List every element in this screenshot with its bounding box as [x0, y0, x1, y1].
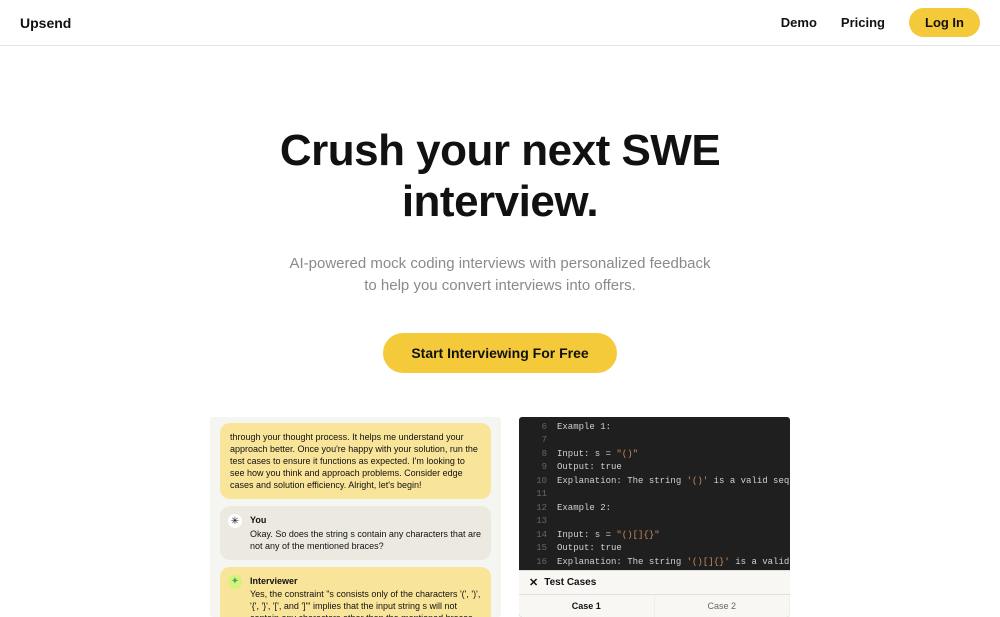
- header: Upsend Demo Pricing Log In: [0, 0, 1000, 46]
- chat-message: through your thought process. It helps m…: [220, 423, 491, 500]
- login-button[interactable]: Log In: [909, 8, 980, 37]
- cta-button[interactable]: Start Interviewing For Free: [383, 333, 616, 373]
- code-panel: 6Example 1:78Input: s = "()"9Output: tru…: [519, 417, 790, 617]
- code-line: 9Output: true: [519, 461, 790, 475]
- logo[interactable]: Upsend: [20, 15, 71, 31]
- code-line: 13: [519, 515, 790, 529]
- test-cases-header: ✕ Test Cases: [519, 571, 790, 595]
- chat-text: Okay. So does the string s contain any c…: [250, 529, 481, 551]
- code-line: 10Explanation: The string '()' is a vali…: [519, 475, 790, 489]
- hero-sub-line1: AI-powered mock coding interviews with p…: [289, 255, 710, 272]
- hero-title: Crush your next SWE interview.: [20, 126, 980, 227]
- hero-subtitle: AI-powered mock coding interviews with p…: [20, 253, 980, 297]
- hero: Crush your next SWE interview. AI-powere…: [0, 46, 1000, 403]
- code-line: 14Input: s = "()[]{}": [519, 529, 790, 543]
- hero-sub-line2: to help you convert interviews into offe…: [364, 277, 636, 294]
- test-cases-panel: ✕ Test Cases Case 1 Case 2: [519, 570, 790, 617]
- nav-pricing[interactable]: Pricing: [841, 15, 885, 30]
- chat-panel: through your thought process. It helps m…: [210, 417, 501, 617]
- code-line: 12Example 2:: [519, 502, 790, 516]
- test-case-tab[interactable]: Case 2: [655, 595, 791, 617]
- code-line: 7: [519, 434, 790, 448]
- chat-message: ✳ You Okay. So does the string s contain…: [220, 506, 491, 559]
- tools-icon: ✕: [529, 576, 538, 589]
- hero-title-line2: interview.: [402, 177, 598, 226]
- code-editor[interactable]: 6Example 1:78Input: s = "()"9Output: tru…: [519, 417, 790, 570]
- test-case-tabs: Case 1 Case 2: [519, 595, 790, 617]
- code-line: 15Output: true: [519, 542, 790, 556]
- nav-demo[interactable]: Demo: [781, 15, 817, 30]
- test-case-tab[interactable]: Case 1: [519, 595, 655, 617]
- chat-text: through your thought process. It helps m…: [230, 432, 478, 491]
- chat-message: ✦ Interviewer Yes, the constraint "s con…: [220, 567, 491, 617]
- hero-title-line1: Crush your next SWE: [280, 126, 720, 175]
- code-line: 11: [519, 488, 790, 502]
- sun-icon: ✳: [228, 514, 242, 528]
- plus-icon: ✦: [228, 575, 242, 589]
- test-cases-title: Test Cases: [544, 577, 596, 588]
- chat-text: Yes, the constraint "s consists only of …: [250, 589, 480, 617]
- code-line: 16Explanation: The string '()[]{}' is a …: [519, 556, 790, 570]
- preview-panels: through your thought process. It helps m…: [0, 403, 1000, 617]
- code-line: 8Input: s = "()": [519, 448, 790, 462]
- nav: Demo Pricing Log In: [781, 8, 980, 37]
- chat-sender: Interviewer: [250, 575, 481, 587]
- code-line: 6Example 1:: [519, 421, 790, 435]
- chat-sender: You: [250, 514, 481, 526]
